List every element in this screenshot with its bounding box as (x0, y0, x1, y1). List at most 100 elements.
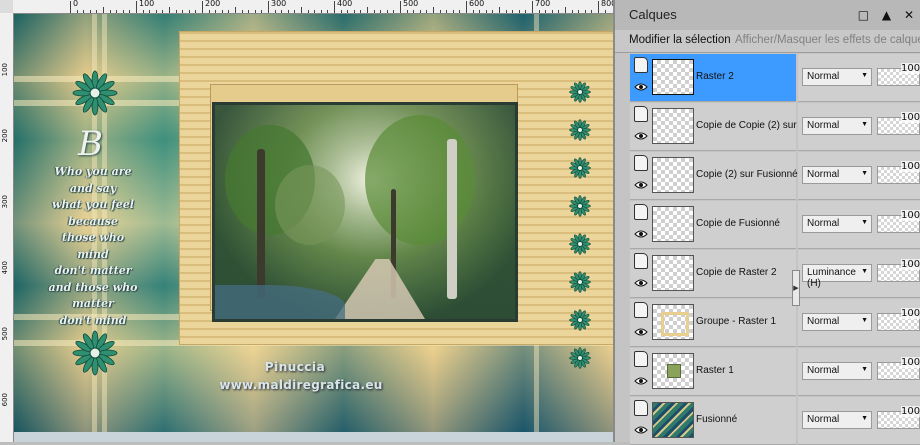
layer-name: Copie de Fusionné (696, 218, 780, 229)
opacity-value: 100 (901, 308, 920, 319)
blend-mode-select[interactable]: Luminance (H) ▼ (802, 264, 872, 289)
eye-icon[interactable] (634, 82, 648, 92)
layer-row[interactable]: Copie de Copie (2) sur Normal ▼ 100 (615, 103, 920, 151)
poem-line: Who you are (54, 165, 132, 178)
eye-icon[interactable] (634, 376, 648, 386)
forest-stream (215, 285, 345, 319)
blend-mode-select[interactable]: Normal ▼ (802, 313, 872, 331)
layer-name-cell[interactable]: Raster 1 (630, 348, 796, 396)
poem-line: and say (69, 181, 117, 195)
ruler-tick (466, 1, 467, 13)
panel-restore-icon[interactable]: □ (858, 8, 869, 22)
layer-row[interactable]: Copie de Raster 2 Luminance (H) ▼ 100 (615, 250, 920, 298)
layer-row[interactable]: Raster 2 Normal ▼ 100 (615, 54, 920, 102)
blend-mode-select[interactable]: Normal ▼ (802, 215, 872, 233)
layer-name-cell[interactable]: Fusionné (630, 397, 796, 445)
eye-icon[interactable] (634, 131, 648, 141)
layer-row[interactable]: Copie de Fusionné Normal ▼ 100 (615, 201, 920, 249)
layer-row[interactable]: Copie (2) sur Fusionné Normal ▼ 100 (615, 152, 920, 200)
layer-thumbnail (652, 108, 694, 144)
ruler-tick (558, 10, 560, 13)
ruler-tick (215, 10, 217, 13)
layer-name-cell[interactable]: Copie de Fusionné (630, 201, 796, 249)
opacity-field[interactable]: 100 (877, 259, 920, 282)
layer-type-icon (634, 253, 648, 269)
opacity-value: 100 (901, 210, 920, 221)
opacity-field[interactable]: 100 (877, 210, 920, 233)
flower-icon (72, 70, 118, 116)
ruler-tick (83, 10, 85, 13)
layer-name-cell[interactable]: Copie de Raster 2 (630, 250, 796, 298)
ruler-tick-label: 600 (469, 0, 485, 8)
chevron-down-icon: ▼ (861, 72, 868, 79)
layer-type-icon (634, 302, 648, 318)
ruler-tick (116, 10, 118, 13)
ruler-tick (294, 10, 296, 13)
layer-name-cell[interactable]: Raster 2 (630, 54, 796, 102)
panel-toolbar: Modifier la sélection Afficher/Masquer l… (615, 30, 920, 53)
layer-row[interactable]: Fusionné Normal ▼ 100 (615, 397, 920, 445)
canvas-bottom-strip (14, 432, 613, 442)
panel-pin-icon[interactable]: ▲ (882, 8, 891, 22)
eye-icon[interactable] (634, 229, 648, 239)
layer-name-cell[interactable]: Groupe - Raster 1 (630, 299, 796, 347)
panel-close-icon[interactable]: ✕ (904, 8, 914, 22)
blend-mode-value: Normal (807, 169, 840, 180)
ruler-tick (446, 10, 448, 13)
ruler-tick-label: 0 (73, 0, 79, 8)
eye-icon[interactable] (634, 278, 648, 288)
small-flower-icon (569, 119, 591, 141)
ruler-tick (314, 10, 316, 13)
ruler-tick (320, 10, 322, 13)
ruler-tick (551, 10, 553, 13)
opacity-field[interactable]: 100 (877, 357, 920, 380)
chevron-down-icon: ▼ (861, 170, 868, 177)
small-flower-icon (569, 347, 591, 369)
layer-thumbnail (652, 157, 694, 193)
layer-row[interactable]: Groupe - Raster 1 Normal ▼ 100 (615, 299, 920, 347)
opacity-field[interactable]: 100 (877, 161, 920, 184)
ruler-vertical[interactable]: 100 200 300 400 500 600 (0, 13, 14, 442)
opacity-field[interactable]: 100 (877, 63, 920, 86)
foliage (365, 115, 475, 245)
toggle-layer-effects-button[interactable]: Afficher/Masquer les effets de calque (735, 34, 920, 46)
ruler-tick-label: 700 (535, 0, 551, 8)
chevron-down-icon: ▼ (861, 268, 868, 275)
ruler-tick (340, 10, 342, 13)
opacity-field[interactable]: 100 (877, 406, 920, 429)
ruler-tick (373, 10, 375, 13)
layer-row[interactable]: Raster 1 Normal ▼ 100 (615, 348, 920, 396)
eye-icon[interactable] (634, 180, 648, 190)
modify-selection-button[interactable]: Modifier la sélection (629, 34, 731, 46)
opacity-field[interactable]: 100 (877, 112, 920, 135)
layer-name-cell[interactable]: Copie de Copie (2) sur (630, 103, 797, 151)
ruler-tick (400, 1, 401, 13)
ruler-tick (307, 10, 309, 13)
layer-name-cell[interactable]: Copie (2) sur Fusionné (630, 152, 798, 200)
blend-mode-select[interactable]: Normal ▼ (802, 411, 872, 429)
blend-mode-value: Normal (807, 120, 840, 131)
chevron-down-icon: ▼ (861, 317, 868, 324)
blend-mode-select[interactable]: Normal ▼ (802, 166, 872, 184)
panel-collapse-handle[interactable]: ▶ (792, 270, 800, 306)
eye-icon[interactable] (634, 425, 648, 435)
ruler-tick-label: 500 (403, 0, 419, 8)
ruler-horizontal[interactable]: 0100200300400500600700800900 (13, 0, 613, 14)
blend-mode-select[interactable]: Normal ▼ (802, 117, 872, 135)
blend-mode-select[interactable]: Normal ▼ (802, 68, 872, 86)
ruler-tick (195, 10, 197, 13)
layer-type-icon (634, 204, 648, 220)
eye-icon[interactable] (634, 327, 648, 337)
image-canvas[interactable]: 0100200300400500600700800900 10020030040… (0, 0, 613, 442)
ruler-tick-label: 300 (271, 0, 287, 8)
opacity-field[interactable]: 100 (877, 308, 920, 331)
ruler-tick (439, 10, 441, 13)
signature-name: Pinuccia (264, 360, 326, 374)
blend-mode-select[interactable]: Normal ▼ (802, 362, 872, 380)
thumb-pattern-shape (653, 403, 693, 437)
layer-type-icon (634, 155, 648, 171)
ruler-tick-label: 800 (601, 0, 613, 8)
ruler-tick-label: 600 (1, 393, 9, 407)
layer-thumbnail (652, 255, 694, 291)
ruler-tick (70, 1, 71, 13)
